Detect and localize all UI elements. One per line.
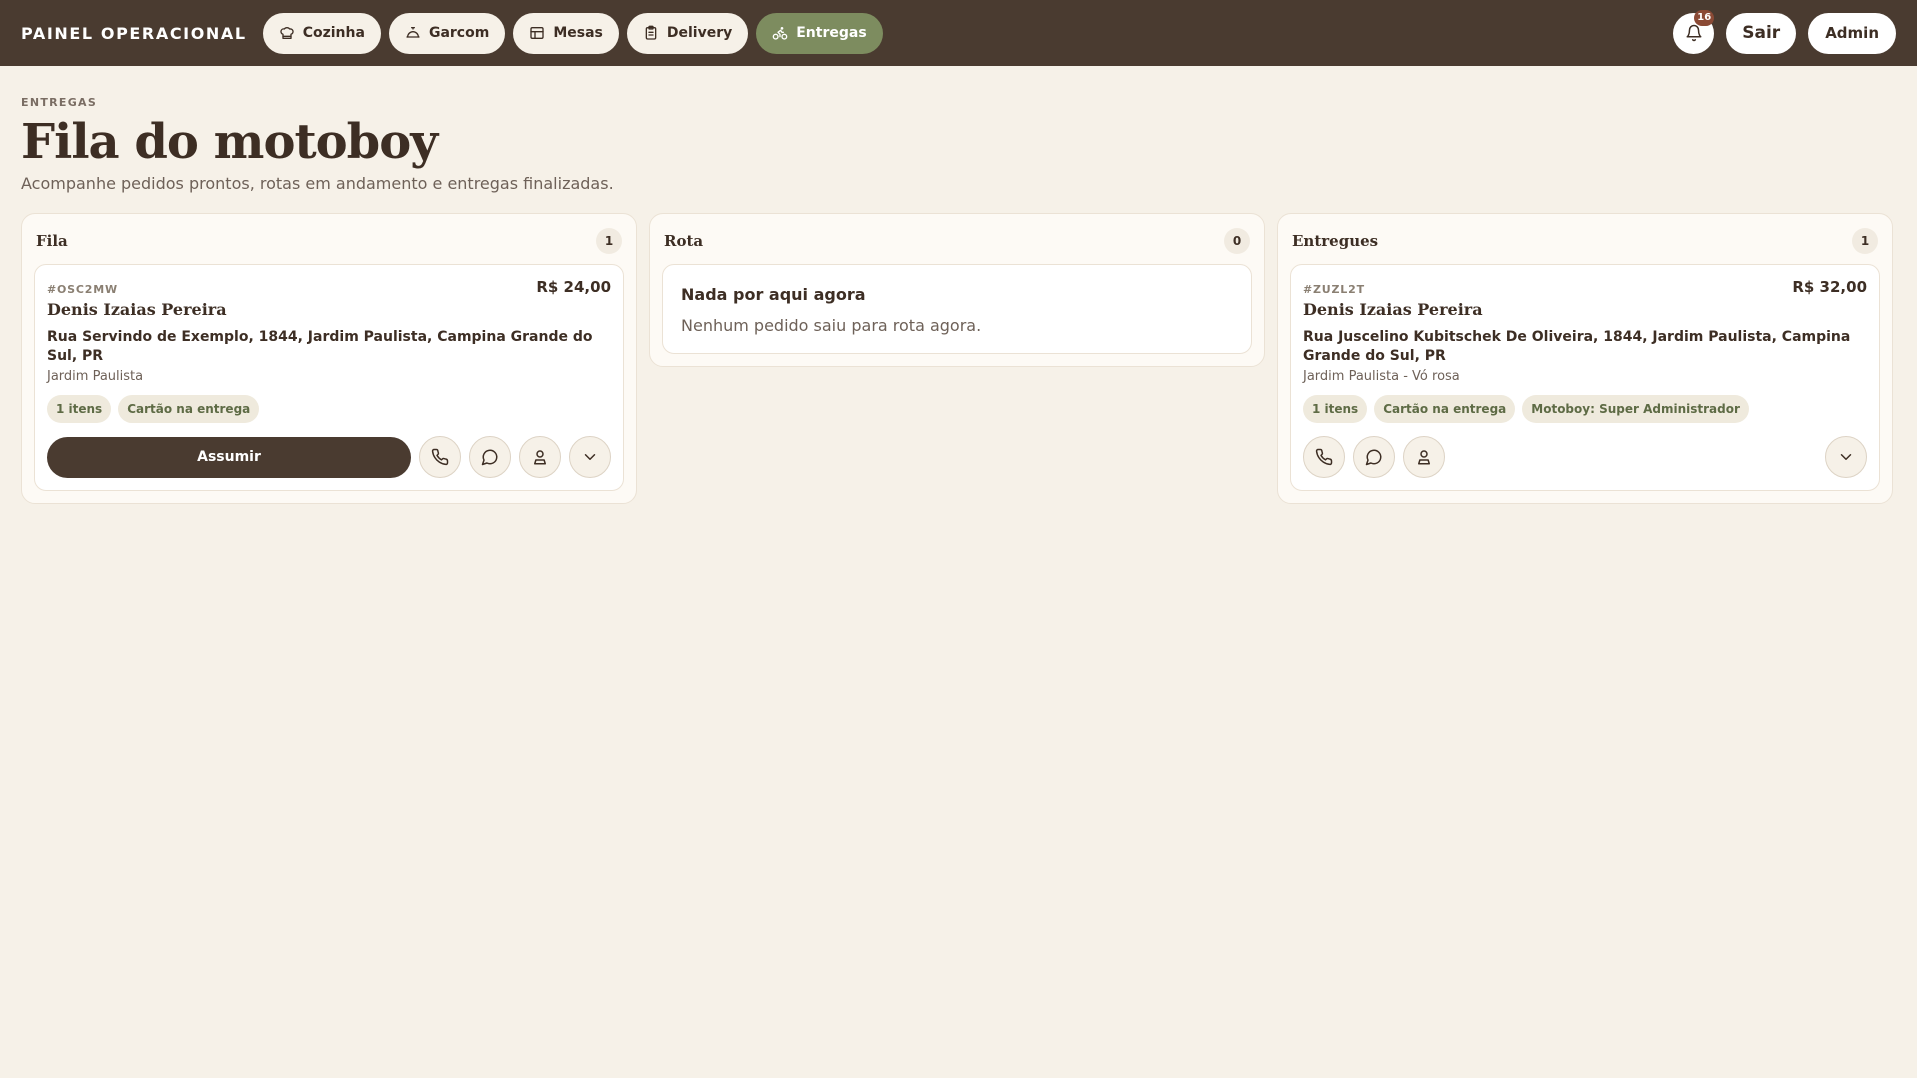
nav-garcom-label: Garcom	[428, 25, 490, 41]
nav-mesas-label: Mesas	[553, 25, 603, 41]
brand-title: PAINEL OPERACIONAL	[21, 23, 247, 43]
column-entregues-title: Entregues	[1292, 232, 1379, 250]
customer-name: Denis Izaias Pereira	[1303, 300, 1483, 319]
column-fila-header: Fila 1	[34, 224, 624, 258]
map-pin-user-icon	[534, 450, 546, 465]
nav-garcom[interactable]: Garcom	[388, 12, 506, 54]
nav-mesas[interactable]: Mesas	[513, 12, 619, 54]
message-button[interactable]	[469, 436, 511, 478]
delivery-neighborhood: Jardim Paulista	[47, 369, 144, 384]
column-fila: Fila 1 #OSC2MW R$ 24,00 Denis Izaias Per…	[21, 213, 637, 504]
order-tags: 1 itens Cartão na entrega Motoboy: Super…	[1303, 395, 1867, 423]
page-title: Fila do motoboy	[21, 114, 438, 170]
column-rota-count: 0	[1224, 228, 1250, 254]
nav-entregas-label: Entregas	[796, 25, 867, 41]
chevron-down-icon	[1840, 454, 1852, 460]
call-button[interactable]	[419, 436, 461, 478]
chef-hat-icon	[280, 27, 294, 39]
location-button[interactable]	[519, 436, 561, 478]
bike-icon	[772, 27, 788, 40]
bell-icon	[1686, 24, 1702, 42]
delivery-address: Rua Servindo de Exemplo, 1844, Jardim Pa…	[47, 329, 593, 364]
order-price: R$ 32,00	[1792, 278, 1867, 296]
order-card-top: #OSC2MW R$ 24,00	[47, 278, 611, 296]
payment-tag: Cartão na entrega	[1374, 395, 1516, 423]
nav-cozinha-label: Cozinha	[302, 25, 365, 41]
nav-delivery-label: Delivery	[666, 25, 733, 41]
column-fila-title: Fila	[36, 232, 68, 250]
expand-button[interactable]	[569, 436, 611, 478]
location-button[interactable]	[1403, 436, 1445, 478]
order-code: #OSC2MW	[47, 283, 118, 296]
call-button[interactable]	[1303, 436, 1345, 478]
order-actions	[1303, 436, 1867, 478]
assign-button[interactable]: Assumir	[47, 436, 411, 478]
column-entregues: Entregues 1 #ZUZL2T R$ 32,00 Denis Izaia…	[1277, 213, 1893, 504]
column-rota-title: Rota	[664, 232, 704, 250]
order-card[interactable]: #ZUZL2T R$ 32,00 Denis Izaias Pereira Ru…	[1290, 264, 1880, 491]
column-fila-count: 1	[596, 228, 622, 254]
page-header: ENTREGAS Fila do motoboy Acompanhe pedid…	[0, 66, 1917, 193]
order-card[interactable]: #OSC2MW R$ 24,00 Denis Izaias Pereira Ru…	[34, 264, 624, 491]
cloche-icon	[406, 27, 420, 38]
order-tags: 1 itens Cartão na entrega	[47, 395, 611, 423]
notifications-button[interactable]: 16	[1673, 9, 1715, 54]
column-rota: Rota 0 Nada por aqui agora Nenhum pedido…	[649, 213, 1265, 367]
order-card-top: #ZUZL2T R$ 32,00	[1303, 278, 1867, 296]
order-actions: Assumir	[47, 436, 611, 478]
logout-button[interactable]: Sair	[1726, 12, 1797, 54]
topbar-actions: 16 Sair Admin	[1673, 9, 1896, 54]
main-nav: Cozinha Garcom Mesas Delivery Entregas	[262, 12, 883, 54]
page-subtitle: Acompanhe pedidos prontos, rotas em anda…	[21, 174, 614, 193]
items-tag: 1 itens	[1303, 395, 1368, 423]
nav-entregas[interactable]: Entregas	[756, 12, 883, 54]
message-button[interactable]	[1353, 436, 1395, 478]
order-price: R$ 24,00	[536, 278, 611, 296]
chat-bubble-icon	[1365, 449, 1382, 466]
motoboy-tag: Motoboy: Super Administrador	[1522, 395, 1749, 423]
clipboard-icon	[645, 25, 657, 40]
chat-bubble-icon	[481, 449, 498, 466]
column-rota-header: Rota 0	[662, 224, 1252, 258]
empty-state-subtitle: Nenhum pedido saiu para rota agora.	[681, 316, 982, 335]
notifications-badge: 16	[1694, 9, 1715, 26]
delivery-address: Rua Juscelino Kubitschek De Oliveira, 18…	[1303, 329, 1851, 364]
payment-tag: Cartão na entrega	[118, 395, 260, 423]
column-entregues-header: Entregues 1	[1290, 224, 1880, 258]
phone-icon	[1315, 448, 1333, 466]
expand-button[interactable]	[1825, 436, 1867, 478]
chevron-down-icon	[584, 454, 596, 460]
delivery-neighborhood: Jardim Paulista - Vó rosa	[1303, 369, 1460, 384]
phone-icon	[431, 448, 449, 466]
map-pin-user-icon	[1418, 450, 1430, 465]
customer-name: Denis Izaias Pereira	[47, 300, 227, 319]
items-tag: 1 itens	[47, 395, 112, 423]
top-navbar: PAINEL OPERACIONAL Cozinha Garcom Mesas …	[0, 0, 1917, 66]
empty-state: Nada por aqui agora Nenhum pedido saiu p…	[662, 264, 1252, 354]
nav-delivery[interactable]: Delivery	[626, 12, 749, 54]
order-code: #ZUZL2T	[1303, 283, 1365, 296]
page-eyebrow: ENTREGAS	[21, 96, 98, 109]
empty-state-title: Nada por aqui agora	[681, 285, 866, 304]
table-icon	[530, 27, 544, 39]
delivery-board: Fila 1 #OSC2MW R$ 24,00 Denis Izaias Per…	[0, 213, 1917, 613]
user-button[interactable]: Admin	[1808, 12, 1896, 54]
column-entregues-count: 1	[1852, 228, 1878, 254]
nav-cozinha[interactable]: Cozinha	[262, 12, 381, 54]
